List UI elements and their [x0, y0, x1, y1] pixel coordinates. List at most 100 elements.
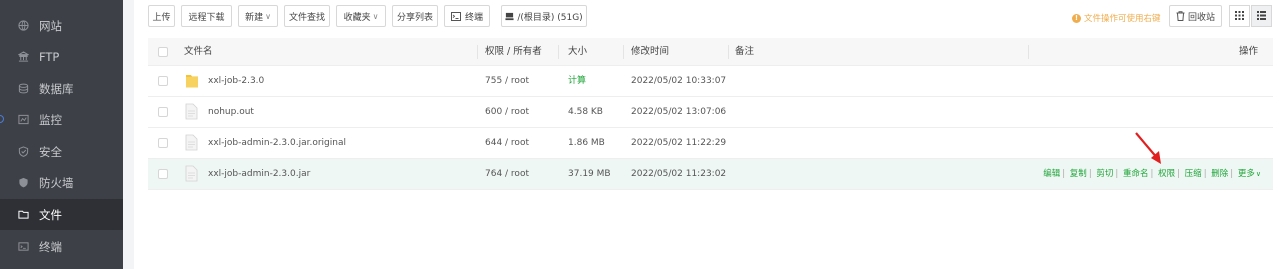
file-icon: [185, 103, 198, 123]
ftp-icon: [17, 51, 29, 63]
column-divider: [558, 45, 559, 59]
column-header-modified[interactable]: 修改时间: [631, 38, 669, 66]
file-name[interactable]: nohup.out: [208, 97, 254, 128]
table-row[interactable]: xxl-job-2.3.0 755 / root 计算 2022/05/02 1…: [148, 66, 1273, 97]
file-size: 1.86 MB: [568, 138, 605, 148]
globe-icon: [17, 20, 29, 32]
database-icon: [17, 83, 29, 95]
monitor-icon: [17, 114, 29, 126]
sidebar-item-label: 防火墙: [39, 175, 74, 190]
column-divider: [1028, 45, 1029, 59]
terminal-label: 终端: [464, 12, 483, 23]
favorites-dropdown-button[interactable]: 收藏夹 ∨: [336, 5, 386, 27]
remote-download-button[interactable]: 远程下载: [181, 5, 232, 27]
table-row[interactable]: xxl-job-admin-2.3.0.jar 764 / root 37.19…: [148, 159, 1273, 190]
context-menu-hint: ! 文件操作可使用右键: [1072, 12, 1161, 24]
new-label: 新建: [245, 12, 264, 23]
compress-link[interactable]: 压缩: [1185, 169, 1202, 179]
sidebar-item-security[interactable]: 安全: [0, 136, 123, 167]
file-name[interactable]: xxl-job-2.3.0: [208, 66, 264, 97]
cut-link[interactable]: 剪切: [1096, 169, 1113, 179]
recycle-bin-label: 回收站: [1187, 12, 1215, 23]
remote-download-label: 远程下载: [188, 12, 225, 23]
list-icon: [1257, 9, 1266, 23]
annotation-arrow: [1135, 132, 1161, 164]
separator: |: [1177, 169, 1180, 179]
folder-size-calculate-link[interactable]: 计算: [568, 66, 586, 97]
separator: |: [1203, 169, 1207, 179]
separator: |: [1150, 169, 1154, 179]
file-search-label: 文件查找: [289, 12, 326, 23]
select-all-checkbox[interactable]: [158, 47, 168, 57]
column-header-remark: 备注: [735, 46, 755, 57]
file-permission[interactable]: 600 / root: [485, 97, 529, 128]
sidebar-item-terminal[interactable]: 终端: [0, 231, 123, 262]
separator: |: [1115, 169, 1119, 179]
more-link[interactable]: 更多∨: [1238, 169, 1261, 179]
file-permission[interactable]: 764 / root: [485, 159, 529, 190]
chevron-down-icon: ∨: [372, 11, 379, 21]
sidebar-item-label: 终端: [39, 239, 62, 254]
file-modified-time: 2022/05/02 11:23:02: [631, 169, 727, 179]
favorites-label: 收藏夹: [343, 12, 371, 23]
file-name[interactable]: xxl-job-admin-2.3.0.jar: [208, 159, 310, 190]
rename-link[interactable]: 重命名: [1123, 169, 1149, 179]
shield-icon: [17, 146, 29, 158]
firewall-icon: [17, 177, 29, 189]
chevron-down-icon: ∨: [265, 11, 271, 21]
sidebar-item-monitor[interactable]: 监控: [0, 104, 123, 135]
disk-icon: [505, 12, 514, 21]
list-view-button[interactable]: [1251, 5, 1272, 27]
column-header-actions: 操作: [1238, 46, 1258, 57]
sidebar-item-label: FTP: [39, 49, 60, 64]
file-name[interactable]: xxl-job-admin-2.3.0.jar.original: [208, 128, 346, 159]
file-permission[interactable]: 755 / root: [485, 66, 529, 97]
file-search-button[interactable]: 文件查找: [284, 5, 330, 27]
column-header-permission[interactable]: 权限 / 所有者: [485, 38, 542, 66]
sidebar-item-websites[interactable]: 网站: [0, 10, 123, 41]
sidebar-item-database[interactable]: 数据库: [0, 73, 123, 104]
delete-link[interactable]: 删除: [1211, 169, 1228, 179]
upload-label: 上传: [152, 12, 171, 23]
sidebar-item-label: 安全: [39, 144, 62, 159]
column-header-name[interactable]: 文件名: [184, 38, 213, 66]
file-icon: [185, 165, 198, 185]
column-divider: [728, 45, 729, 59]
separator: |: [1062, 169, 1066, 179]
terminal-button[interactable]: 终端: [444, 5, 490, 27]
upload-button[interactable]: 上传: [148, 5, 175, 27]
permission-link[interactable]: 权限: [1158, 169, 1175, 179]
file-modified-time: 2022/05/02 13:07:06: [631, 107, 727, 117]
folder-icon: [185, 72, 199, 92]
new-dropdown-button[interactable]: 新建 ∨: [238, 5, 278, 27]
separator: |: [1230, 169, 1234, 179]
sidebar-item-files[interactable]: 文件: [0, 199, 123, 230]
sidebar: 网站 FTP 数据库 监控 安全 防火墙 文件 终端: [0, 0, 123, 269]
select-all-cell: [148, 38, 178, 66]
row-checkbox[interactable]: [158, 76, 168, 86]
column-header-size[interactable]: 大小: [568, 38, 587, 66]
grid-view-button[interactable]: [1229, 5, 1250, 27]
share-list-button[interactable]: 分享列表: [392, 5, 438, 27]
row-checkbox[interactable]: [158, 169, 168, 179]
copy-link[interactable]: 复制: [1070, 169, 1087, 179]
file-manager-panel: 上传 远程下载 新建 ∨ 文件查找 收藏夹 ∨ 分享列表 终端 /(根目录) (51…: [134, 0, 1280, 269]
sidebar-item-label: 网站: [39, 18, 62, 33]
row-checkbox[interactable]: [158, 107, 168, 117]
row-checkbox[interactable]: [158, 138, 168, 148]
sidebar-item-label: 监控: [39, 112, 62, 127]
terminal-icon: [450, 11, 461, 21]
sidebar-item-label: 文件: [39, 207, 62, 222]
file-size: 4.58 KB: [568, 107, 603, 117]
recycle-bin-button[interactable]: 回收站: [1169, 5, 1222, 27]
sidebar-item-ftp[interactable]: FTP: [0, 41, 123, 72]
table-row[interactable]: xxl-job-admin-2.3.0.jar.original 644 / r…: [148, 128, 1273, 159]
warning-icon: !: [1072, 13, 1081, 23]
table-row[interactable]: nohup.out 600 / root 4.58 KB 2022/05/02 …: [148, 97, 1273, 128]
column-divider: [477, 45, 478, 59]
file-modified-time: 2022/05/02 10:33:07: [631, 76, 727, 86]
sidebar-item-firewall[interactable]: 防火墙: [0, 167, 123, 198]
edit-link[interactable]: 编辑: [1043, 169, 1060, 179]
disk-path-button[interactable]: /(根目录) (51G): [501, 5, 587, 27]
file-permission[interactable]: 644 / root: [485, 128, 529, 159]
